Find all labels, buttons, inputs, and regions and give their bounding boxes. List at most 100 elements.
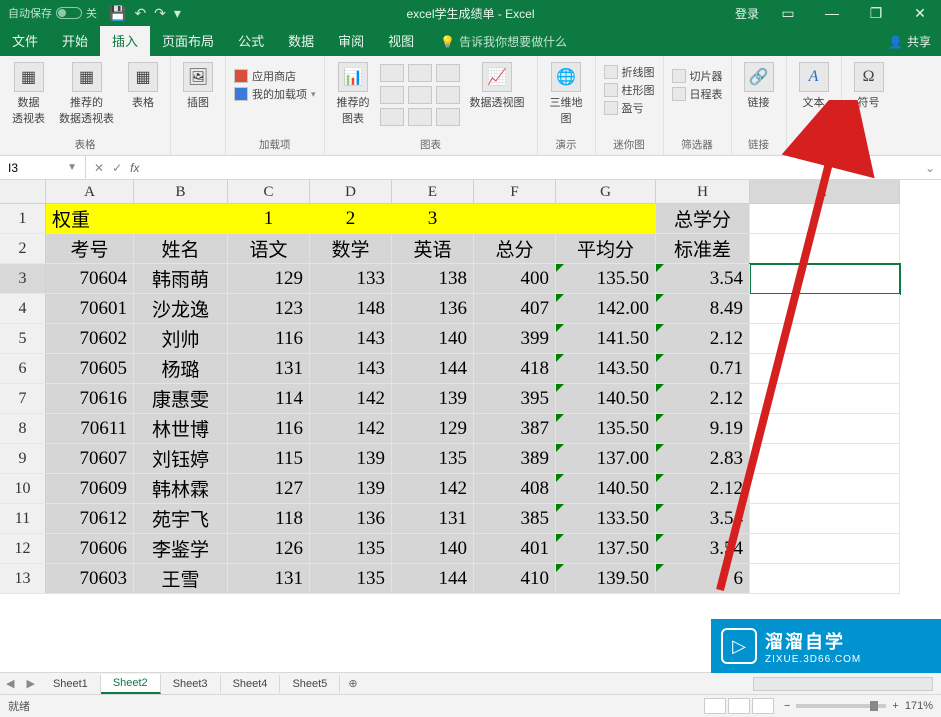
hyperlink-button[interactable]: 🔗链接 <box>740 60 778 112</box>
cell[interactable]: 148 <box>310 294 392 324</box>
illustrations-button[interactable]: 🖼插图 <box>179 60 217 112</box>
cell[interactable]: 70607 <box>46 444 134 474</box>
cell[interactable]: 140 <box>392 534 474 564</box>
cell[interactable]: 131 <box>228 354 310 384</box>
cell[interactable]: 129 <box>392 414 474 444</box>
cell[interactable]: 126 <box>228 534 310 564</box>
cell[interactable]: 131 <box>228 564 310 594</box>
cell[interactable]: 2.12 <box>656 324 750 354</box>
cell[interactable]: 2.12 <box>656 384 750 414</box>
redo-icon[interactable]: ↷ <box>154 5 166 22</box>
sheet-nav-prev-icon[interactable]: ◀ <box>0 677 20 690</box>
cell[interactable]: 康惠雯 <box>134 384 228 414</box>
cell[interactable]: 70601 <box>46 294 134 324</box>
cell[interactable]: 143 <box>310 324 392 354</box>
cell[interactable]: 135.50 <box>556 414 656 444</box>
cell[interactable]: 3.54 <box>656 534 750 564</box>
cell[interactable]: 6 <box>656 564 750 594</box>
chart-type-gallery[interactable] <box>380 64 460 126</box>
cell[interactable] <box>750 564 900 594</box>
cell[interactable]: 140.50 <box>556 474 656 504</box>
pagebreak-view-button[interactable] <box>752 698 774 714</box>
cell[interactable]: 林世博 <box>134 414 228 444</box>
row-header[interactable]: 13 <box>0 564 46 594</box>
cell[interactable]: 387 <box>474 414 556 444</box>
col-header-A[interactable]: A <box>46 180 134 204</box>
cell[interactable]: 3.54 <box>656 264 750 294</box>
cell[interactable]: 136 <box>392 294 474 324</box>
cell[interactable]: 139.50 <box>556 564 656 594</box>
horizontal-scrollbar[interactable] <box>753 677 933 691</box>
combo-chart-icon[interactable] <box>436 108 460 126</box>
cell[interactable]: 136 <box>310 504 392 534</box>
ribbon-options-icon[interactable]: ▭ <box>773 5 803 22</box>
cell[interactable]: 115 <box>228 444 310 474</box>
new-sheet-button[interactable]: ⊕ <box>340 677 365 690</box>
row-header[interactable]: 4 <box>0 294 46 324</box>
cell[interactable]: 3.54 <box>656 504 750 534</box>
cell[interactable]: 2.12 <box>656 474 750 504</box>
cell[interactable]: 129 <box>228 264 310 294</box>
cell[interactable] <box>750 324 900 354</box>
cell[interactable] <box>750 414 900 444</box>
cell[interactable]: 70609 <box>46 474 134 504</box>
cell[interactable]: 144 <box>392 564 474 594</box>
cell[interactable]: 总分 <box>474 234 556 264</box>
tab-data[interactable]: 数据 <box>276 25 326 56</box>
cell[interactable]: 395 <box>474 384 556 414</box>
cell[interactable]: 苑宇飞 <box>134 504 228 534</box>
row-header[interactable]: 2 <box>0 234 46 264</box>
pie-chart-icon[interactable] <box>436 64 460 82</box>
zoom-out-button[interactable]: − <box>784 700 790 712</box>
tab-formulas[interactable]: 公式 <box>226 25 276 56</box>
cell[interactable]: 389 <box>474 444 556 474</box>
cell[interactable]: 116 <box>228 324 310 354</box>
tell-me-search[interactable]: 💡 告诉我你想要做什么 <box>432 27 575 56</box>
col-header-E[interactable]: E <box>392 180 474 204</box>
cell[interactable]: 李鉴学 <box>134 534 228 564</box>
cell[interactable]: 116 <box>228 414 310 444</box>
cell[interactable]: 410 <box>474 564 556 594</box>
cell[interactable]: 杨璐 <box>134 354 228 384</box>
sparkline-column-button[interactable]: 柱形图 <box>604 82 655 98</box>
cell[interactable] <box>556 204 656 234</box>
share-button[interactable]: 👤 共享 <box>878 27 941 56</box>
cell[interactable] <box>474 204 556 234</box>
cell[interactable]: 135 <box>310 564 392 594</box>
cell[interactable]: 143 <box>310 354 392 384</box>
cell[interactable]: 142 <box>310 384 392 414</box>
pagelayout-view-button[interactable] <box>728 698 750 714</box>
text-button[interactable]: A文本 <box>795 60 833 112</box>
area-chart-icon[interactable] <box>380 86 404 104</box>
row-header[interactable]: 3 <box>0 264 46 294</box>
col-header-H[interactable]: H <box>656 180 750 204</box>
cell[interactable]: 70616 <box>46 384 134 414</box>
sheet-tab[interactable]: Sheet4 <box>221 675 281 693</box>
cell[interactable]: 137.00 <box>556 444 656 474</box>
cell[interactable]: 140.50 <box>556 384 656 414</box>
cell[interactable]: 401 <box>474 534 556 564</box>
cell[interactable]: 数学 <box>310 234 392 264</box>
cell[interactable]: 400 <box>474 264 556 294</box>
cell[interactable]: 70603 <box>46 564 134 594</box>
table-button[interactable]: ▦表格 <box>124 60 162 128</box>
row-header[interactable]: 8 <box>0 414 46 444</box>
cell[interactable]: 137.50 <box>556 534 656 564</box>
cell[interactable]: 135 <box>392 444 474 474</box>
cell[interactable]: 2.83 <box>656 444 750 474</box>
cell[interactable]: 语文 <box>228 234 310 264</box>
cell[interactable]: 139 <box>310 474 392 504</box>
symbol-button[interactable]: Ω符号 <box>850 60 888 112</box>
cell[interactable]: 9.19 <box>656 414 750 444</box>
cell[interactable]: 140 <box>392 324 474 354</box>
sparkline-winloss-button[interactable]: 盈亏 <box>604 100 655 116</box>
undo-icon[interactable]: ↶ <box>134 5 146 22</box>
scatter-chart-icon[interactable] <box>408 86 432 104</box>
cancel-icon[interactable]: ✕ <box>94 161 104 175</box>
zoom-slider[interactable] <box>796 704 886 708</box>
cell[interactable]: 118 <box>228 504 310 534</box>
cell[interactable]: 韩雨萌 <box>134 264 228 294</box>
row-header[interactable]: 9 <box>0 444 46 474</box>
name-box[interactable]: I3▼ <box>0 156 86 179</box>
row-header[interactable]: 7 <box>0 384 46 414</box>
